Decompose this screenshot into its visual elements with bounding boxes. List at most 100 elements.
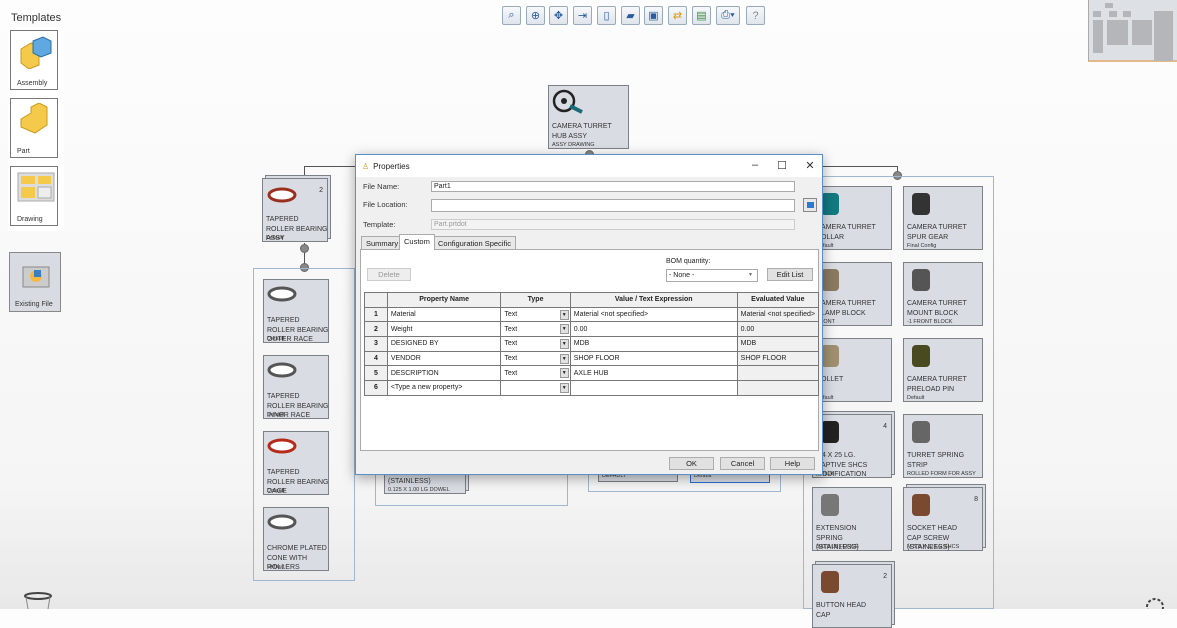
template-assembly[interactable]: Assembly <box>10 30 58 90</box>
zoom-fit-button[interactable]: ⌕ <box>502 6 521 25</box>
evaluated-value-cell <box>736 365 820 382</box>
table-row[interactable]: 2 Weight Text ▼ 0.00 0.00 <box>364 321 820 338</box>
part-thumbnail-icon <box>912 494 930 516</box>
open-button[interactable]: ▰ <box>621 6 640 25</box>
bom-quantity-select[interactable]: - None - ▼ <box>666 269 758 282</box>
file-name-input[interactable]: Part1 <box>431 181 795 192</box>
trash-icon[interactable] <box>23 592 53 609</box>
dropdown-arrow-icon[interactable]: ▼ <box>559 353 569 364</box>
minimap[interactable] <box>1088 0 1177 62</box>
browse-button[interactable] <box>803 198 817 212</box>
tree-node[interactable]: 8 SOCKET HEAD CAP SCREW (STAINLESS) M 5.0 … <box>903 487 983 551</box>
tree-node[interactable]: CHROME PLATED CONE WITH ROLLERS Default <box>263 507 329 571</box>
dropdown-arrow-icon[interactable]: ▼ <box>559 339 569 350</box>
hub-assy-icon <box>552 89 583 114</box>
type-cell[interactable]: Text ▼ <box>500 336 571 352</box>
existing-file-button[interactable]: Existing File <box>9 252 61 312</box>
template-drawing[interactable]: Drawing <box>10 166 58 226</box>
template-part[interactable]: Part <box>10 98 58 158</box>
tree-node[interactable]: TAPERED ROLLER BEARING CAGE Default <box>263 431 329 495</box>
tree-node[interactable]: TAPERED ROLLER BEARING OUTER RACE Default <box>263 279 329 343</box>
dropdown-arrow-icon[interactable]: ▼ <box>559 309 569 320</box>
table-row[interactable]: 5 DESCRIPTION Text ▼ AXLE HUB <box>364 365 820 382</box>
close-button[interactable]: ✕ <box>802 159 818 172</box>
tree-node[interactable]: CAMERA TURRET CLAMP BLOCK FRONT <box>812 262 892 326</box>
export-button[interactable]: ▤ <box>692 6 711 25</box>
edit-list-button[interactable]: Edit List <box>767 268 813 281</box>
part-thumbnail-icon <box>912 269 930 291</box>
tab-custom[interactable]: Custom <box>399 234 435 250</box>
dropdown-arrow-icon[interactable]: ▼ <box>559 324 569 335</box>
insert-icon: ⇥ <box>577 10 588 22</box>
table-row[interactable]: 1 Material Text ▼ Material <not specified> Ma… <box>364 306 820 323</box>
part-thumbnail-icon <box>821 494 839 516</box>
type-cell[interactable]: Text ▼ <box>500 321 571 338</box>
property-name-cell[interactable]: <Type a new property> <box>386 380 502 396</box>
table-row[interactable]: 3 DESIGNED BY Text ▼ MDB MDB <box>364 336 820 352</box>
tree-node[interactable]: CAMERA TURRET MOUNT BLOCK -1 FRONT BLOCK <box>903 262 983 326</box>
table-row[interactable]: 4 VENDOR Text ▼ SHOP FLOOR SHOP FLOOR <box>364 350 820 367</box>
property-name-cell[interactable]: VENDOR <box>386 350 502 367</box>
part-thumbnail-icon <box>912 345 930 367</box>
property-name-cell[interactable]: Weight <box>386 321 502 338</box>
type-cell[interactable]: Text ▼ <box>500 365 571 382</box>
pan-button[interactable]: ✥ <box>549 6 568 25</box>
file-name-label: File Name: <box>363 182 400 191</box>
pan-icon: ✥ <box>553 10 564 22</box>
value-cell[interactable] <box>569 380 738 396</box>
template-label: Drawing <box>17 216 43 223</box>
tab-configuration-specific[interactable]: Configuration Specific <box>433 236 516 250</box>
dropdown-arrow-icon[interactable]: ▼ <box>559 368 569 379</box>
property-name-cell[interactable]: Material <box>386 306 502 323</box>
tree-node[interactable]: CAMERA TURRET PRELOAD PIN Default <box>903 338 983 402</box>
delete-button[interactable]: Delete <box>367 268 411 281</box>
minimize-button[interactable]: – <box>747 159 763 171</box>
zoom-area-button[interactable]: ⊕ <box>526 6 545 25</box>
help-button[interactable]: Help <box>770 457 815 470</box>
tree-node[interactable]: CAMERA TURRET SPUR GEAR Final Config <box>903 186 983 250</box>
part-thumbnail-icon <box>912 421 930 443</box>
tab-summary[interactable]: Summary <box>361 236 404 250</box>
file-location-label: File Location: <box>363 200 408 209</box>
print-button[interactable]: ⎙▾ <box>716 6 740 25</box>
part-thumbnail-icon <box>267 514 297 530</box>
evaluated-value-cell <box>736 380 820 396</box>
type-cell[interactable]: Text ▼ <box>500 350 571 367</box>
tree-node-bearing-assy[interactable]: 2 TAPERED ROLLER BEARING ASSY Default <box>262 178 328 242</box>
tree-node[interactable]: 2 BUTTON HEAD CAP <box>812 564 892 628</box>
ok-button[interactable]: OK <box>669 457 714 470</box>
help-button[interactable]: ? <box>746 6 765 25</box>
part-thumbnail-icon <box>821 269 839 291</box>
tree-node-root[interactable]: CAMERA TURRET HUB ASSY ASSY DRAWING <box>548 85 629 149</box>
properties-icon: ♙ <box>362 161 370 171</box>
export-icon: ▤ <box>696 10 707 22</box>
part-thumbnail-icon <box>267 286 297 302</box>
value-cell[interactable]: 0.00 <box>569 321 738 338</box>
property-name-cell[interactable]: DESIGNED BY <box>386 336 502 352</box>
tree-node[interactable]: TAPERED ROLLER BEARING INNER RACE Default <box>263 355 329 419</box>
value-cell[interactable]: MDB <box>569 336 738 352</box>
reorganize-button[interactable]: ⇄ <box>668 6 687 25</box>
assembly-icon <box>20 36 52 69</box>
tree-node[interactable]: EXTENSION SPRING (STAINLESS) 300.0 LB FOR… <box>812 487 892 551</box>
tree-node[interactable]: CAMERA TURRET COLLAR Default <box>812 186 892 250</box>
value-cell[interactable]: SHOP FLOOR <box>569 350 738 367</box>
new-document-button[interactable]: ▯ <box>597 6 616 25</box>
type-cell[interactable]: ▼ <box>500 380 571 396</box>
dropdown-arrow-icon[interactable]: ▼ <box>559 383 569 394</box>
file-location-input[interactable] <box>431 199 795 212</box>
save-button[interactable]: ▣ <box>644 6 663 25</box>
tree-node[interactable]: TURRET SPRING STRIP ROLLED FORM FOR ASSY <box>903 414 983 478</box>
settings-gear-icon[interactable] <box>1143 597 1167 609</box>
tree-node[interactable]: COLLET Default <box>812 338 892 402</box>
maximize-button[interactable]: ☐ <box>774 159 790 172</box>
property-name-cell[interactable]: DESCRIPTION <box>386 365 502 382</box>
insert-button[interactable]: ⇥ <box>573 6 592 25</box>
value-cell[interactable]: Material <not specified> <box>569 306 738 323</box>
tree-node[interactable]: 4 M4 X 25 LG. CAPTIVE SHCS MODIFICATION De… <box>812 414 892 478</box>
type-cell[interactable]: Text ▼ <box>500 306 571 323</box>
cancel-button[interactable]: Cancel <box>720 457 765 470</box>
table-row[interactable]: 6 <Type a new property> ▼ <box>364 380 820 396</box>
dialog-titlebar[interactable]: ♙ Properties – ☐ ✕ <box>356 155 822 177</box>
value-cell[interactable]: AXLE HUB <box>569 365 738 382</box>
